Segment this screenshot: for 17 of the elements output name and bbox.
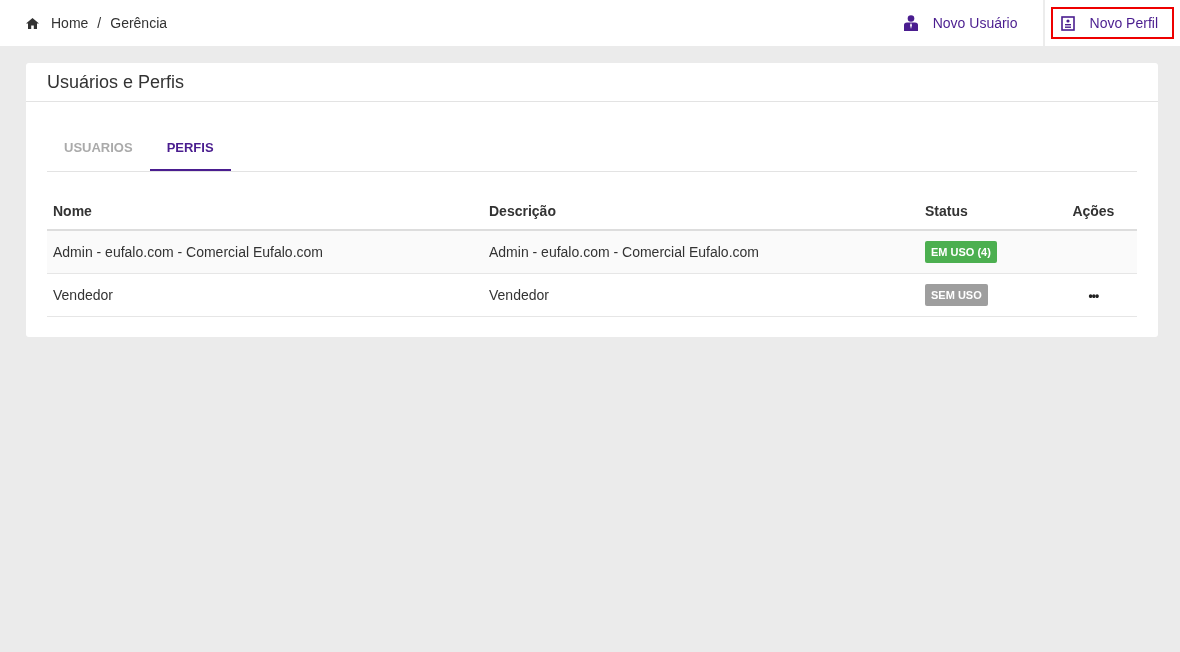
table-cell: Vendedor [483,273,919,317]
tab[interactable]: PERFIS [149,128,231,171]
status-badge: SEM USO [925,284,988,306]
new-profile-button[interactable]: Novo Perfil [1052,9,1172,37]
user-icon [903,15,918,31]
id-card-icon [1060,15,1075,31]
status-badge: EM USO (4) [925,241,997,263]
breadcrumb-link[interactable]: Gerência [110,15,168,31]
table-cell: Admin - eufalo.com - Comercial Eufalo.com [47,230,483,274]
table-cell: Admin - eufalo.com - Comercial Eufalo.com [483,230,919,274]
breadcrumb-link[interactable]: Home [26,15,89,31]
card-title: Usuários e Perfis [26,63,1158,102]
home-icon [26,17,39,29]
more-options-button[interactable]: ••• [1082,289,1105,303]
table-cell: Vendedor [47,273,483,317]
breadcrumb-separator: / [97,15,102,31]
new-user-button[interactable]: Novo Usuário [886,15,1035,31]
